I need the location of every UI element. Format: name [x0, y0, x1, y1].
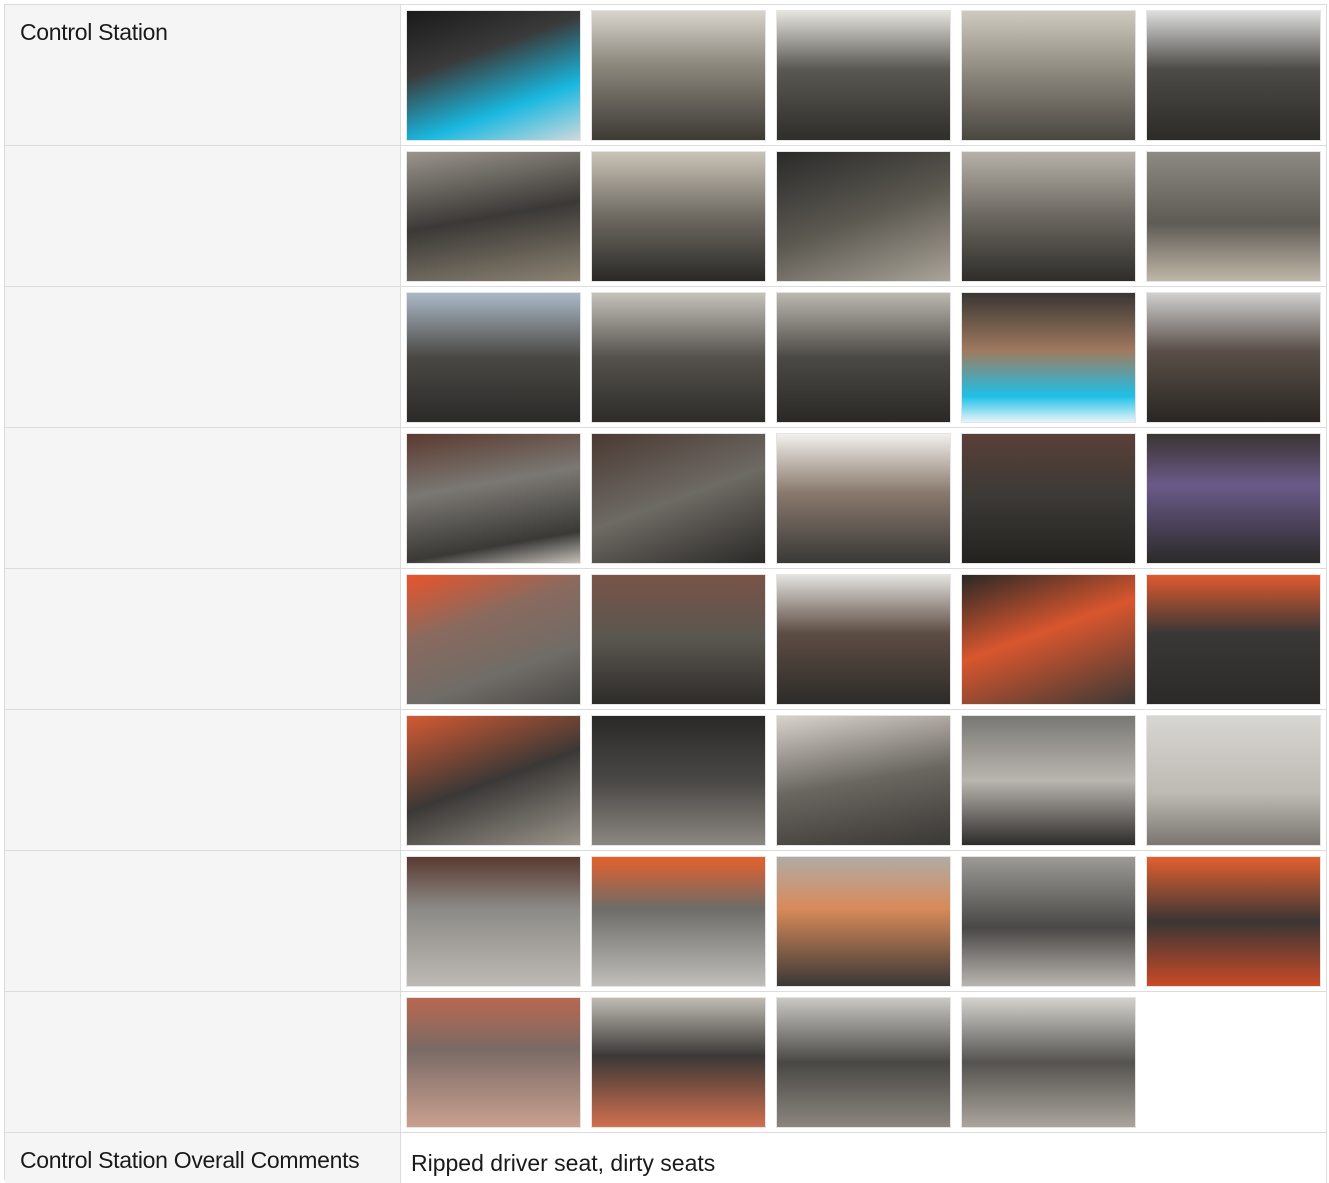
empty-label-cell — [5, 851, 401, 992]
table-row — [5, 992, 1327, 1133]
photo-thumbnail[interactable] — [1146, 151, 1321, 282]
photo-thumbnail[interactable] — [1146, 715, 1321, 846]
empty-label-cell — [5, 146, 401, 287]
table-row — [5, 428, 1327, 569]
photo-thumbnail[interactable] — [961, 997, 1136, 1128]
photo-thumbnail[interactable] — [961, 715, 1136, 846]
photo-thumbnail[interactable] — [961, 433, 1136, 564]
photo-thumbnail[interactable] — [776, 715, 951, 846]
table-row: Control Station — [5, 5, 1327, 146]
photo-thumbnail[interactable] — [591, 715, 766, 846]
photo-cell — [401, 569, 1327, 710]
photo-cell — [401, 851, 1327, 992]
photo-thumbnail[interactable] — [406, 151, 581, 282]
photo-thumbnail[interactable] — [961, 151, 1136, 282]
photo-cell — [401, 287, 1327, 428]
photo-thumbnail[interactable] — [591, 856, 766, 987]
table-row — [5, 287, 1327, 428]
photo-thumbnail[interactable] — [1146, 10, 1321, 141]
empty-label-cell — [5, 287, 401, 428]
photo-thumbnail[interactable] — [776, 292, 951, 423]
photo-thumbnail[interactable] — [776, 433, 951, 564]
photo-cell — [401, 992, 1327, 1133]
photo-thumbnail[interactable] — [1146, 433, 1321, 564]
photo-thumbnail[interactable] — [406, 715, 581, 846]
photo-thumbnail[interactable] — [961, 574, 1136, 705]
photo-thumbnail[interactable] — [591, 433, 766, 564]
photo-thumbnail[interactable] — [591, 997, 766, 1128]
photo-thumbnail[interactable] — [591, 292, 766, 423]
photo-thumbnail[interactable] — [591, 574, 766, 705]
photo-cell — [401, 5, 1327, 146]
inspection-table: Control Station Control Station Overall … — [4, 4, 1327, 1183]
empty-label-cell — [5, 710, 401, 851]
photo-thumbnail[interactable] — [776, 856, 951, 987]
photo-thumbnail[interactable] — [776, 10, 951, 141]
photo-cell — [401, 146, 1327, 287]
comments-value: Ripped driver seat, dirty seats — [401, 1133, 1327, 1183]
photo-thumbnail[interactable] — [406, 574, 581, 705]
photo-thumbnail[interactable] — [591, 10, 766, 141]
photo-thumbnail[interactable] — [1146, 856, 1321, 987]
table-row — [5, 569, 1327, 710]
photo-thumbnail[interactable] — [591, 151, 766, 282]
photo-thumbnail[interactable] — [776, 574, 951, 705]
photo-thumbnail[interactable] — [1146, 292, 1321, 423]
empty-label-cell — [5, 428, 401, 569]
photo-thumbnail[interactable] — [961, 10, 1136, 141]
photo-thumbnail[interactable] — [776, 997, 951, 1128]
photo-thumbnail[interactable] — [406, 856, 581, 987]
table-row — [5, 146, 1327, 287]
photo-cell — [401, 710, 1327, 851]
empty-label-cell — [5, 992, 401, 1133]
photo-thumbnail[interactable] — [406, 10, 581, 141]
photo-thumbnail[interactable] — [776, 151, 951, 282]
table-row — [5, 851, 1327, 992]
photo-thumbnail[interactable] — [961, 856, 1136, 987]
photo-thumbnail[interactable] — [1146, 574, 1321, 705]
photo-thumbnail[interactable] — [406, 433, 581, 564]
comments-label: Control Station Overall Comments — [5, 1133, 401, 1183]
empty-label-cell — [5, 569, 401, 710]
table-row — [5, 710, 1327, 851]
photo-thumbnail[interactable] — [406, 292, 581, 423]
photo-cell — [401, 428, 1327, 569]
photo-thumbnail[interactable] — [406, 997, 581, 1128]
photo-thumbnail[interactable] — [961, 292, 1136, 423]
comments-row: Control Station Overall Comments Ripped … — [5, 1133, 1327, 1183]
section-label: Control Station — [5, 5, 401, 146]
